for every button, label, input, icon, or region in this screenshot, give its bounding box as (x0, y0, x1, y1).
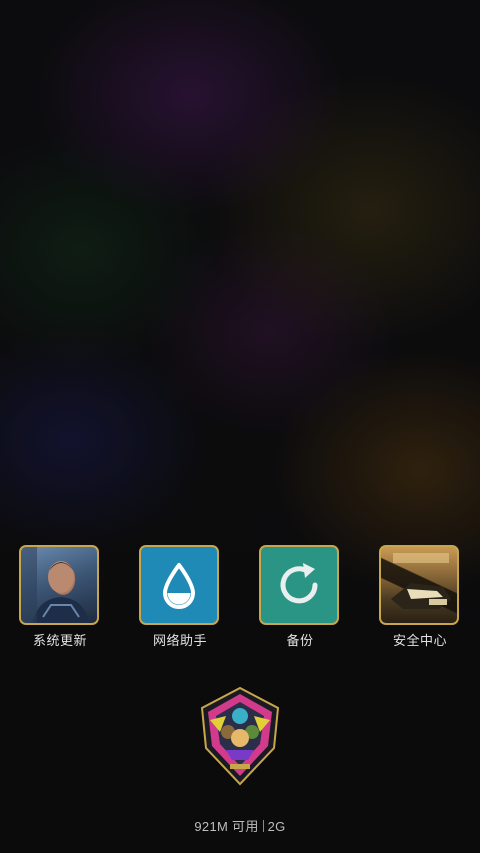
app-label-security-center: 安全中心 (392, 633, 447, 648)
memory-divider (262, 820, 264, 832)
water-drop-glyph (163, 563, 195, 609)
app-label-backup: 备份 (286, 633, 314, 648)
app-label-system-update: 系统更新 (32, 633, 87, 648)
system-update-icon[interactable] (19, 545, 99, 625)
theme-logo-emblem[interactable] (196, 686, 284, 786)
refresh-arrow-glyph (280, 563, 318, 604)
app-backup[interactable]: 备份 (240, 544, 360, 654)
refresh-arrow-icon[interactable] (259, 545, 339, 625)
app-security-center[interactable]: 安全中心 (360, 544, 480, 654)
security-center-icon[interactable] (379, 545, 459, 625)
security-center-artwork (391, 553, 451, 609)
app-network-assistant[interactable]: 网络助手 (120, 544, 240, 654)
memory-status: 921M 可用 2G (0, 818, 480, 836)
app-row: 系统更新 网络助手 备份 安全中心 (0, 544, 480, 654)
memory-available: 921M 可用 (194, 819, 259, 834)
app-label-network-assistant: 网络助手 (152, 633, 207, 648)
water-drop-icon[interactable] (139, 545, 219, 625)
emblem-artwork (200, 686, 280, 786)
app-system-update[interactable]: 系统更新 (0, 544, 120, 654)
memory-total: 2G (267, 819, 286, 834)
system-update-artwork (21, 547, 89, 623)
